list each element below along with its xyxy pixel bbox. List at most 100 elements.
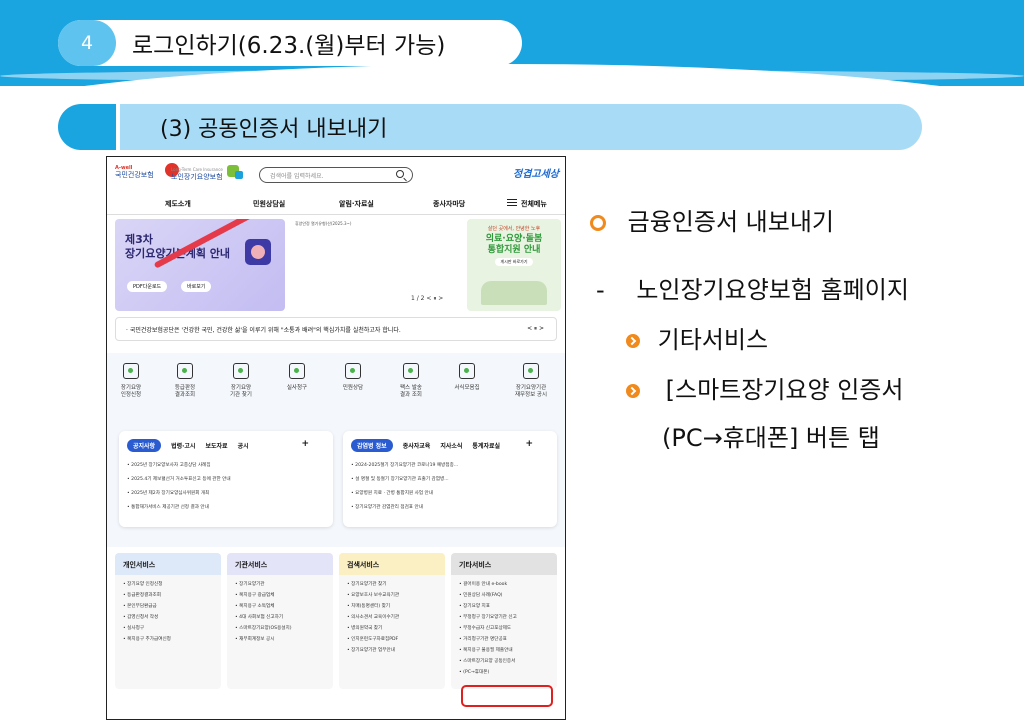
service-title: 검색서비스: [339, 553, 445, 575]
boards-area: 공지사항 법령·고시 보도자료 공시 + 2025년 장기요양보사자 고충상담 …: [107, 427, 565, 547]
list-item[interactable]: 인지훈련도구자료집PDF: [347, 636, 437, 642]
list-item[interactable]: 병의원약국 찾기: [347, 625, 437, 631]
book-icon: [459, 363, 475, 379]
list-item[interactable]: 걸어이용 안내 e-book: [459, 581, 549, 587]
list-item[interactable]: 장기요양 지표: [459, 603, 549, 609]
notice-board: 공지사항 법령·고시 보도자료 공시 + 2025년 장기요양보사자 고충상담 …: [119, 431, 333, 527]
list-item[interactable]: 장기요양기관 찾기: [347, 581, 437, 587]
list-item[interactable]: 복지용구 불용필 제출안내: [459, 647, 549, 653]
list-item[interactable]: 요양보호사 보수교육기관: [347, 592, 437, 598]
site-header: A-well 국민건강보험 Long-Term Care Insurance 노인장…: [107, 157, 565, 191]
website-screenshot: A-well 국민건강보험 Long-Term Care Insurance 노인장…: [106, 156, 566, 720]
list-item[interactable]: 장기요양기관: [235, 581, 325, 587]
list-item[interactable]: 갑영신청서 작성: [123, 614, 213, 620]
main-banner[interactable]: 제3차 장기요양기본계획 안내 PDF다운로드 바로보기: [115, 219, 285, 311]
list-item[interactable]: 2025년 장기요양보사자 고충상담 사례집: [127, 462, 325, 468]
list-item[interactable]: 본인부담환급금: [123, 603, 213, 609]
subsection-bar: (3) 공동인증서 내보내기: [58, 104, 922, 150]
highlight-box: [461, 685, 553, 707]
main-nav: 제도소개 민원상담실 알림·자료실 종사자마당 전체메뉴: [107, 191, 565, 215]
tab-infection[interactable]: 감염병 정보: [351, 439, 393, 452]
list-item[interactable]: 스마트장기요양(OS용설치): [235, 625, 325, 631]
facility-services: 기관서비스 장기요양기관 복지용구 광급업체 복지용구 소독업체 4대 사회보험…: [227, 553, 333, 689]
quick-facility[interactable]: 장기요양 기관 찾기: [219, 363, 263, 399]
list-item[interactable]: 복지용구 소독업체: [235, 603, 325, 609]
finance-doc-icon: [523, 363, 539, 379]
laptop-icon: [289, 363, 305, 379]
section-title-pill: 4 로그인하기(6.23.(월)부터 가능): [58, 20, 522, 66]
quick-claim[interactable]: 실사청구: [275, 363, 319, 392]
tab-notice[interactable]: 공지사항: [127, 439, 162, 452]
chevron-bullet-icon: [626, 334, 640, 348]
tab-stats[interactable]: 통계자료실: [472, 441, 500, 450]
list-item[interactable]: 부정수급자 신고포상제도: [459, 625, 549, 631]
ltc-logo[interactable]: Long-Term Care Insurance 노인장기요양보험: [171, 167, 223, 182]
ticker-controls[interactable]: < ⏸ >: [527, 325, 544, 333]
quick-apply[interactable]: 장기요양 인정신청: [109, 363, 153, 399]
list-item[interactable]: 통합재가서비스 제공기관 선정 결과 안내: [127, 504, 325, 510]
more-plus-icon[interactable]: +: [301, 439, 309, 449]
list-item[interactable]: 4대 사회보험 신고하기: [235, 614, 325, 620]
tab-education[interactable]: 종사자교육: [403, 441, 431, 450]
headset-icon: [345, 363, 361, 379]
view-button[interactable]: 바로보기: [181, 281, 212, 292]
list-item[interactable]: 복지용구 광급업체: [235, 592, 325, 598]
list-item[interactable]: 치매(동명센터) 찾기: [347, 603, 437, 609]
list-item[interactable]: 등급판정결과조회: [123, 592, 213, 598]
more-plus-icon[interactable]: +: [525, 439, 533, 449]
list-item[interactable]: 부정청구 장기요양기관 신고: [459, 614, 549, 620]
list-item[interactable]: 2024-2025절기 장기요양기관 코로나19 예방접종...: [351, 462, 549, 468]
building-icon: [233, 363, 249, 379]
list-item[interactable]: 2025.4기 제보혈선거 거소투표신고 등에 관한 안내: [127, 476, 325, 482]
service-title: 개인서비스: [115, 553, 221, 575]
quick-fax[interactable]: 팩스 발송 결과 조회: [389, 363, 433, 399]
banner-pager[interactable]: 1 / 2 < ⏸ >: [411, 295, 443, 303]
quick-grade[interactable]: 등급판정 결과조회: [163, 363, 207, 399]
services-area: 개인서비스 장기요양 인정신청 등급판정결과조회 본인부담환급금 갑영신청서 작…: [107, 547, 565, 697]
list-item[interactable]: 의사소견서 교육이수기관: [347, 614, 437, 620]
smart-cert-export-link[interactable]: 스마트장기요양 공동인증서: [459, 658, 549, 664]
tab-press[interactable]: 보도자료: [205, 441, 227, 450]
tab-disclosure[interactable]: 공시: [238, 441, 249, 450]
search-input[interactable]: 검색어를 입력하세요.: [259, 167, 413, 183]
personal-services: 개인서비스 장기요양 인정신청 등급판정결과조회 본인부담환급금 갑영신청서 작…: [115, 553, 221, 689]
side-banner[interactable]: 살던 곳에서, 안녕한 노후 의료·요양·돌봄 통합지원 안내 게시판 바로가기: [467, 219, 561, 311]
list-item[interactable]: 실사청구: [123, 625, 213, 631]
banner-area: 제3차 장기요양기본계획 안내 PDF다운로드 바로보기 휴양안정 열기유형(산(…: [107, 215, 565, 315]
list-item[interactable]: 재무회계정보 공시: [235, 636, 325, 642]
list-item[interactable]: 거리청구기관 명단공표: [459, 636, 549, 642]
list-item[interactable]: 요양병원 치료 · 간병 통합지원 사업 안내: [351, 490, 549, 496]
step-1: - 노인장기요양보험 홈페이지: [596, 276, 909, 304]
board-link-button[interactable]: 게시판 바로가기: [495, 257, 533, 266]
step-3-cont: (PC→휴대폰] 버튼 탭: [662, 424, 880, 452]
list-item[interactable]: 2025년 제2차 장기요양심사위원회 개최: [127, 490, 325, 496]
search-icon[interactable]: [396, 170, 404, 178]
list-item[interactable]: 장기요양기관 감염관리 점검표 안내: [351, 504, 549, 510]
search-services: 검색서비스 장기요양기관 찾기 요양보호사 보수교육기관 치매(동명센터) 찾기…: [339, 553, 445, 689]
nav-item-system[interactable]: 제도소개: [165, 199, 191, 209]
quick-forms[interactable]: 서식모음집: [445, 363, 489, 392]
tab-law[interactable]: 법령·고시: [171, 441, 195, 450]
nav-item-worker[interactable]: 종사자마당: [433, 199, 465, 209]
quick-finance[interactable]: 장기요양기관 재무정보 공시: [509, 363, 553, 399]
header-sheen: [0, 70, 1024, 82]
nhis-logo[interactable]: A-well 국민건강보험: [115, 165, 154, 179]
list-item[interactable]: 설 명절 및 동절기 장기요양기관 효출기 감염병...: [351, 476, 549, 482]
list-item[interactable]: 민원상담 사례(FAQ): [459, 592, 549, 598]
nav-item-notice[interactable]: 알림·자료실: [339, 199, 374, 209]
people-illustration: [481, 281, 547, 305]
list-item[interactable]: 장기요양 인정신청: [123, 581, 213, 587]
nav-item-civil[interactable]: 민원상담실: [253, 199, 285, 209]
list-item[interactable]: 장기요양기관 업무안내: [347, 647, 437, 653]
smart-cert-export-link-sub[interactable]: (PC→휴대폰): [459, 669, 549, 675]
tab-branch[interactable]: 지사소식: [440, 441, 462, 450]
printer-icon: [403, 363, 419, 379]
nav-item-allmenu[interactable]: 전체메뉴: [521, 199, 547, 209]
section-number: 4: [58, 20, 116, 66]
info-board: 감염병 정보 종사자교육 지사소식 통계자료실 + 2024-2025절기 장기…: [343, 431, 557, 527]
other-services: 기타서비스 걸어이용 안내 e-book 민원상담 사례(FAQ) 장기요양 지…: [451, 553, 557, 689]
list-item[interactable]: 복지용구 추가급여신청: [123, 636, 213, 642]
pdf-download-button[interactable]: PDF다운로드: [127, 281, 168, 292]
quick-counsel[interactable]: 민원상담: [331, 363, 375, 392]
hamburger-icon[interactable]: [507, 199, 517, 206]
